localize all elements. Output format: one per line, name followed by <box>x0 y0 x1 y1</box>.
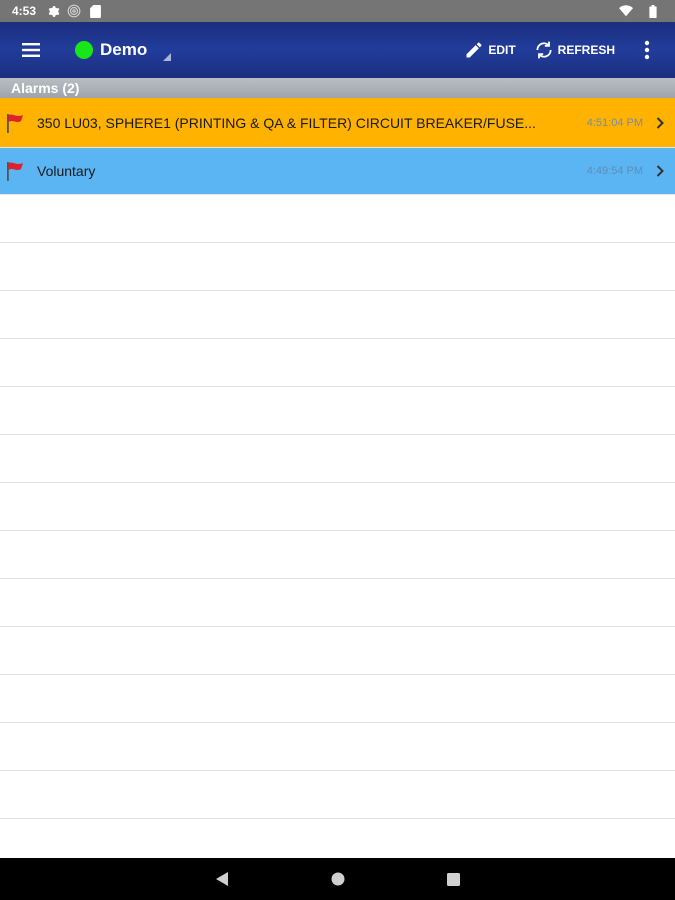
alarm-row[interactable]: Voluntary 4:49:54 PM <box>0 148 675 195</box>
empty-list-row <box>0 243 675 291</box>
alarm-text: Voluntary <box>37 163 96 179</box>
app-bar: Demo EDIT REFRESH <box>0 22 675 78</box>
alarm-row[interactable]: 350 LU03, SPHERE1 (PRINTING & QA & FILTE… <box>0 98 675 148</box>
dropdown-triangle-icon <box>163 53 172 61</box>
wifi-icon <box>619 4 633 18</box>
empty-list-area <box>0 195 675 867</box>
refresh-label: REFRESH <box>557 43 615 57</box>
edit-label: EDIT <box>488 43 516 57</box>
empty-list-row <box>0 387 675 435</box>
refresh-icon <box>536 41 552 59</box>
alarm-text: 350 LU03, SPHERE1 (PRINTING & QA & FILTE… <box>37 114 536 131</box>
recents-button[interactable] <box>442 867 466 891</box>
pencil-icon <box>466 42 482 58</box>
red-flag-icon <box>7 113 23 133</box>
chevron-right-icon <box>655 116 665 129</box>
alarm-time: 4:51:04 PM <box>586 116 643 129</box>
empty-list-row <box>0 675 675 723</box>
empty-list-row <box>0 771 675 819</box>
back-button[interactable] <box>210 867 234 891</box>
alarms-section-title: Alarms (2) <box>11 80 80 96</box>
hamburger-icon <box>22 43 40 57</box>
sd-card-icon <box>88 4 102 18</box>
overflow-menu-button[interactable] <box>633 22 661 78</box>
alarm-list: 350 LU03, SPHERE1 (PRINTING & QA & FILTE… <box>0 98 675 195</box>
navigation-bar <box>0 858 675 900</box>
site-name: Demo <box>100 40 148 59</box>
battery-icon <box>646 4 660 18</box>
red-flag-icon <box>7 162 23 181</box>
alarm-time: 4:49:54 PM <box>586 165 643 177</box>
empty-list-row <box>0 435 675 483</box>
site-status-dot <box>75 41 93 59</box>
empty-list-row <box>0 723 675 771</box>
site-selector-dropdown[interactable]: Demo <box>62 22 172 78</box>
empty-list-row <box>0 531 675 579</box>
home-button[interactable] <box>326 867 350 891</box>
empty-list-row <box>0 627 675 675</box>
alarms-section-header: Alarms (2) <box>0 78 675 98</box>
status-bar: 4:53 <box>0 0 675 22</box>
recents-icon <box>447 872 460 886</box>
refresh-button[interactable]: REFRESH <box>534 40 615 60</box>
edit-button[interactable]: EDIT <box>464 40 516 60</box>
status-time: 4:53 <box>12 4 37 18</box>
chevron-right-icon <box>655 165 665 177</box>
empty-list-row <box>0 579 675 627</box>
empty-list-row <box>0 291 675 339</box>
more-vertical-icon <box>644 40 650 60</box>
broadcast-icon <box>67 4 81 18</box>
hamburger-menu-button[interactable] <box>0 22 62 78</box>
empty-list-row <box>0 195 675 243</box>
gear-icon <box>46 4 60 18</box>
home-icon <box>331 872 344 886</box>
empty-list-row <box>0 483 675 531</box>
empty-list-row <box>0 339 675 387</box>
back-icon <box>215 872 228 886</box>
